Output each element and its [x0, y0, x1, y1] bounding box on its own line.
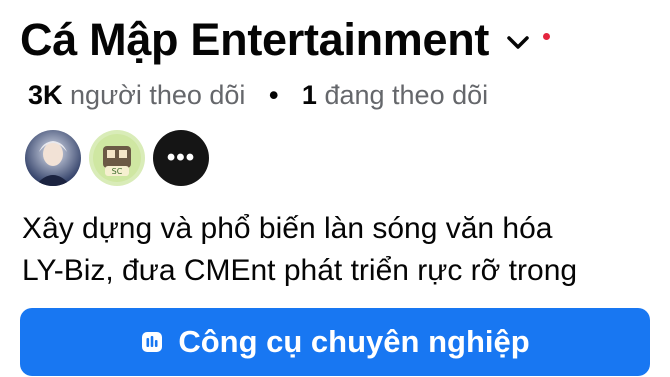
followers-count: 3K: [28, 80, 63, 110]
followers-label: người theo dõi: [70, 80, 246, 110]
bio-line: Xây dựng và phổ biến làn sóng văn hóa: [22, 212, 553, 245]
bio-line: LY-Biz, đưa CMEnt phát triển rực rỡ tron…: [22, 254, 578, 287]
page-title: Cá Mập Entertainment: [20, 14, 490, 65]
more-friends-button[interactable]: •••: [153, 130, 209, 186]
stats-separator: •: [268, 80, 279, 110]
friend-avatar[interactable]: [25, 130, 81, 186]
follow-stats: 3K người theo dõi • 1 đang theo dõi: [28, 80, 488, 111]
following-label: đang theo dõi: [324, 80, 489, 110]
friend-avatar[interactable]: SC: [89, 130, 145, 186]
notification-dot: [543, 32, 551, 40]
svg-text:SC: SC: [112, 167, 123, 176]
professional-tools-label: Công cụ chuyên nghiệp: [178, 324, 530, 359]
dashboard-icon: [140, 330, 164, 354]
more-icon: •••: [166, 144, 196, 171]
chevron-down-icon[interactable]: [503, 28, 533, 58]
following-link[interactable]: 1 đang theo dõi: [302, 80, 488, 110]
profile-header: Cá Mập Entertainment: [20, 14, 551, 66]
following-count: 1: [301, 80, 317, 110]
professional-tools-button[interactable]: Công cụ chuyên nghiệp: [20, 308, 650, 376]
friends-avatars: SC •••: [25, 130, 209, 186]
profile-bio: Xây dựng và phổ biến làn sóng văn hóa LY…: [22, 208, 652, 292]
followers-link[interactable]: 3K người theo dõi: [28, 80, 253, 110]
